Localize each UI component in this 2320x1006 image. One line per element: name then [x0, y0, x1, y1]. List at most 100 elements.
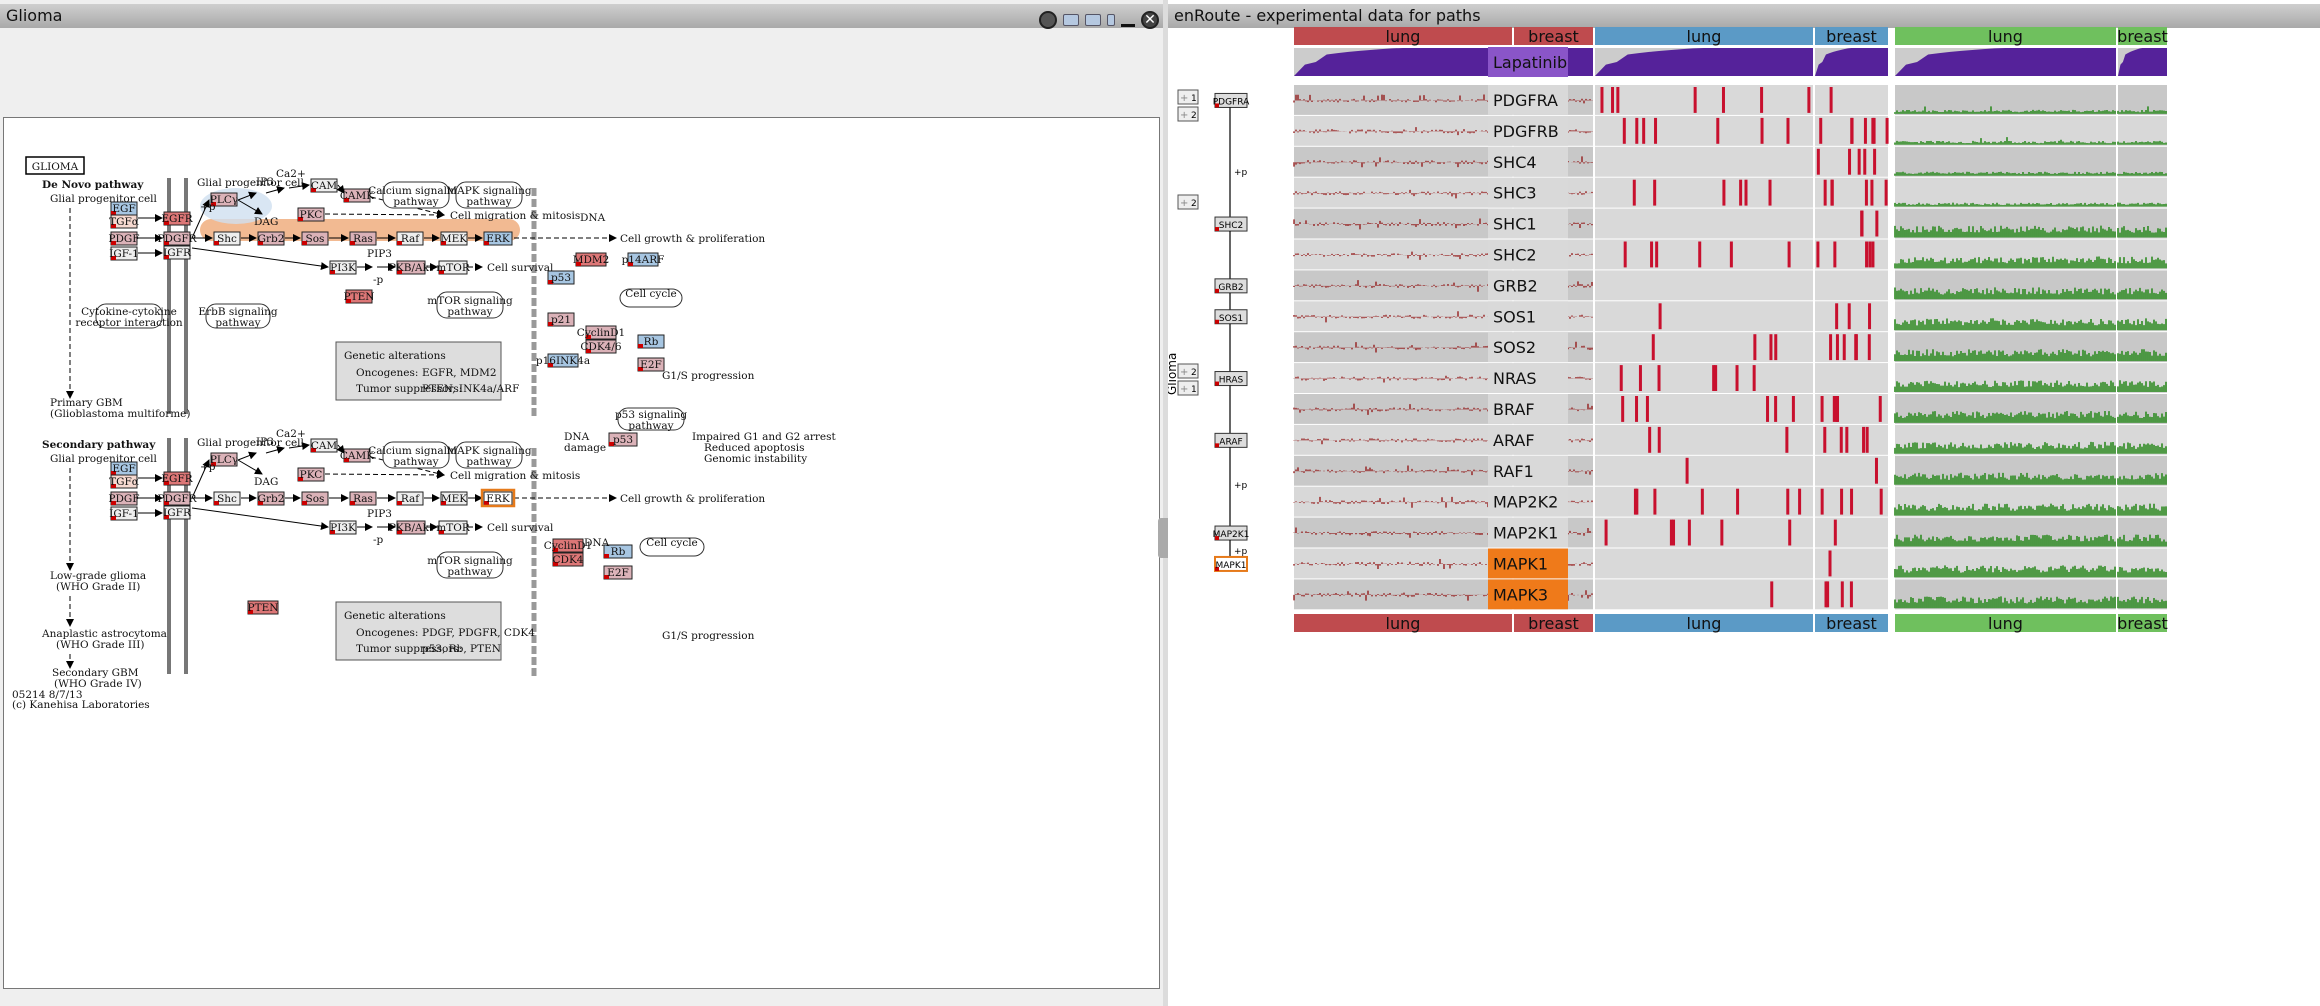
data-cell[interactable]: [1294, 146, 1512, 177]
group-header-3[interactable]: breast: [1815, 27, 1888, 46]
group-header-4[interactable]: lung: [1895, 27, 2116, 46]
gene-node-Sos[interactable]: Sos: [301, 491, 329, 506]
gene-node-IGF-1[interactable]: IGF-1: [109, 506, 139, 521]
data-cell[interactable]: [1294, 177, 1512, 208]
data-cell[interactable]: [1595, 517, 1813, 548]
gene-node-Shc[interactable]: Shc: [213, 491, 241, 506]
minimize-icon[interactable]: [1121, 23, 1135, 27]
path-node-GRB2[interactable]: GRB2: [1214, 278, 1248, 294]
gene-node-p21[interactable]: p21: [547, 312, 575, 327]
data-cell[interactable]: [1815, 270, 1888, 301]
gene-node-PTEN[interactable]: PTEN: [247, 600, 279, 615]
group-footer-4[interactable]: lung: [1895, 614, 2116, 633]
path-node-SHC2[interactable]: SHC2: [1214, 216, 1248, 232]
gene-node-Raf[interactable]: Raf: [396, 491, 424, 506]
data-cell[interactable]: [1895, 146, 2116, 177]
group-footer-5[interactable]: breast: [2117, 614, 2168, 633]
data-cell[interactable]: [1294, 239, 1512, 270]
data-cell[interactable]: [1595, 579, 1813, 610]
gene-node-CDK4[interactable]: CDK4: [552, 552, 584, 567]
gene-node-Ras[interactable]: Ras: [349, 491, 377, 506]
group-header-1[interactable]: breast: [1514, 27, 1593, 46]
gene-node-Rb[interactable]: Rb: [637, 334, 665, 349]
gene-node-CyclinD1[interactable]: CyclinD1: [577, 325, 625, 340]
data-cell[interactable]: [1294, 115, 1512, 146]
gene-node-Grb2[interactable]: Grb2: [257, 491, 285, 506]
data-cell[interactable]: [1294, 270, 1512, 301]
group-footer-2[interactable]: lung: [1595, 614, 1813, 633]
data-cell[interactable]: [1595, 394, 1813, 424]
path-badge-3[interactable]: 2+: [1177, 363, 1199, 379]
group-footer-3[interactable]: breast: [1815, 614, 1888, 633]
path-badge-0[interactable]: 1+: [1177, 89, 1199, 105]
data-cell[interactable]: [1595, 239, 1813, 270]
data-cell[interactable]: [1595, 486, 1813, 517]
data-cell[interactable]: [1595, 332, 1813, 363]
data-cell[interactable]: [1895, 177, 2116, 208]
data-cell[interactable]: [1294, 85, 1512, 115]
data-cell[interactable]: [2118, 177, 2167, 208]
dock-icon[interactable]: [1085, 14, 1101, 26]
path-node-SOS1[interactable]: SOS1: [1214, 309, 1248, 325]
gene-node-p14ARF[interactable]: p14ARF: [622, 252, 665, 267]
path-badge-2[interactable]: 2+: [1177, 194, 1199, 210]
gene-node-TGFa[interactable]: TGFα: [109, 474, 139, 489]
float-icon[interactable]: [1063, 14, 1079, 26]
group-footer-0[interactable]: lung: [1294, 614, 1512, 633]
gene-node-p53[interactable]: p53: [608, 432, 638, 447]
group-header-2[interactable]: lung: [1595, 27, 1813, 46]
gene-node-Sos[interactable]: Sos: [301, 231, 329, 246]
gene-node-Shc[interactable]: Shc: [213, 231, 241, 246]
path-badge-1[interactable]: 2+: [1177, 106, 1199, 122]
gene-node-mTOR[interactable]: mTOR: [436, 520, 471, 535]
gene-node-TGFa[interactable]: TGFα: [109, 214, 139, 229]
data-cell[interactable]: [1595, 177, 1813, 208]
tile-icon[interactable]: [1107, 14, 1115, 26]
data-cell[interactable]: [1294, 424, 1512, 455]
gene-node-PDGF[interactable]: PDGF: [108, 491, 140, 506]
data-cell[interactable]: [1815, 332, 1888, 363]
data-cell[interactable]: [1595, 270, 1813, 301]
data-cell[interactable]: [1595, 115, 1813, 146]
data-cell[interactable]: [1595, 548, 1813, 579]
data-cell[interactable]: [1294, 486, 1512, 517]
path-node-HRAS[interactable]: HRAS: [1214, 371, 1248, 387]
gene-node-PDGF[interactable]: PDGF: [108, 231, 140, 246]
data-cell[interactable]: [1595, 455, 1813, 486]
close-icon[interactable]: ✕: [1141, 11, 1159, 29]
gene-node-Grb2[interactable]: Grb2: [257, 231, 285, 246]
gene-node-IGFR[interactable]: IGFR: [163, 245, 192, 260]
kegg-pathway-map[interactable]: GLIOMA EGF TGFα PDGF IGF-1 EGFR PDGFR IGFR PLCγ P…: [3, 117, 1160, 989]
group-footer-1[interactable]: breast: [1514, 614, 1593, 633]
gene-node-CAM[interactable]: CAM: [310, 438, 338, 453]
gene-node-PKC[interactable]: PKC: [297, 207, 325, 222]
data-cell[interactable]: [1815, 239, 1888, 270]
data-cell[interactable]: [1294, 394, 1512, 424]
gene-node-MDM2[interactable]: MDM2: [573, 252, 610, 267]
data-cell[interactable]: [1815, 548, 1888, 579]
gene-node-PTEN[interactable]: PTEN: [344, 289, 375, 304]
data-cell[interactable]: [1815, 363, 1888, 393]
gene-node-mTOR[interactable]: mTOR: [436, 260, 471, 275]
data-cell[interactable]: [1294, 208, 1512, 239]
data-cell[interactable]: [1595, 363, 1813, 393]
group-header-5[interactable]: breast: [2117, 27, 2168, 46]
path-node-PDGFRA[interactable]: PDGFRA: [1213, 92, 1250, 108]
gene-node-MEK[interactable]: MEK: [440, 491, 468, 506]
data-cell[interactable]: [1595, 301, 1813, 332]
gene-node-CDK46[interactable]: CDK4/6: [580, 339, 622, 354]
pin-icon[interactable]: [1039, 11, 1057, 29]
data-cell[interactable]: [1294, 363, 1512, 393]
gene-node-PDGFR[interactable]: PDGFR: [157, 231, 198, 246]
gene-node-IGFR[interactable]: IGFR: [163, 505, 192, 520]
gene-node-p16[interactable]: p16INK4a: [536, 353, 590, 368]
data-cell[interactable]: [1595, 424, 1813, 455]
gene-node-EGFR[interactable]: EGFR: [161, 471, 194, 486]
data-cell[interactable]: [1815, 146, 1888, 177]
path-node-MAPK1[interactable]: MAPK1: [1214, 555, 1248, 572]
gene-node-ERK[interactable]: ERK: [483, 491, 513, 506]
gene-node-PI3K[interactable]: PI3K: [329, 520, 357, 535]
data-cell[interactable]: [1815, 301, 1888, 332]
left-title-bar[interactable]: Glioma ✕: [0, 4, 1163, 29]
gene-node-MEK[interactable]: MEK: [440, 231, 468, 246]
